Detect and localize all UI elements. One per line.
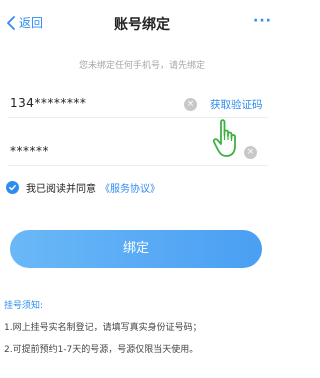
more-button[interactable]: ··· <box>253 13 272 29</box>
code-input[interactable]: ****** <box>10 144 49 158</box>
phone-field[interactable]: 134******** × 获取验证码 <box>8 92 268 118</box>
bind-hint: 您未绑定任何手机号，请先绑定 <box>78 61 205 71</box>
agreement-text: 我已阅读并同意 <box>26 184 96 195</box>
notes-section: 挂号须知: 1.网上挂号实名制登记，请填写真实身份证号码； 2.可提前预约1-7… <box>4 298 202 364</box>
clear-icon[interactable]: × <box>184 98 197 111</box>
checkmark-icon <box>9 184 16 191</box>
agreement-row: 我已阅读并同意 《服务协议》 <box>6 180 160 195</box>
page-title: 账号绑定 <box>114 17 170 33</box>
divider <box>8 165 268 166</box>
code-field[interactable]: ****** × <box>8 140 268 166</box>
nav-bar: 返回 账号绑定 ··· <box>0 0 284 48</box>
notes-item: 2.可提前预约1-7天的号源，号源仅限当天使用。 <box>4 345 199 355</box>
phone-input[interactable]: 134******** <box>10 96 86 110</box>
service-agreement-link[interactable]: 《服务协议》 <box>100 180 160 195</box>
notes-title: 挂号须知: <box>4 301 44 311</box>
notes-item: 1.网上挂号实名制登记，请填写真实身份证号码； <box>4 323 202 333</box>
get-code-button[interactable]: 获取验证码 <box>210 97 263 112</box>
bind-button[interactable]: 绑定 <box>10 230 262 268</box>
agreement-checkbox[interactable] <box>6 181 19 194</box>
clear-icon[interactable]: × <box>244 146 257 159</box>
